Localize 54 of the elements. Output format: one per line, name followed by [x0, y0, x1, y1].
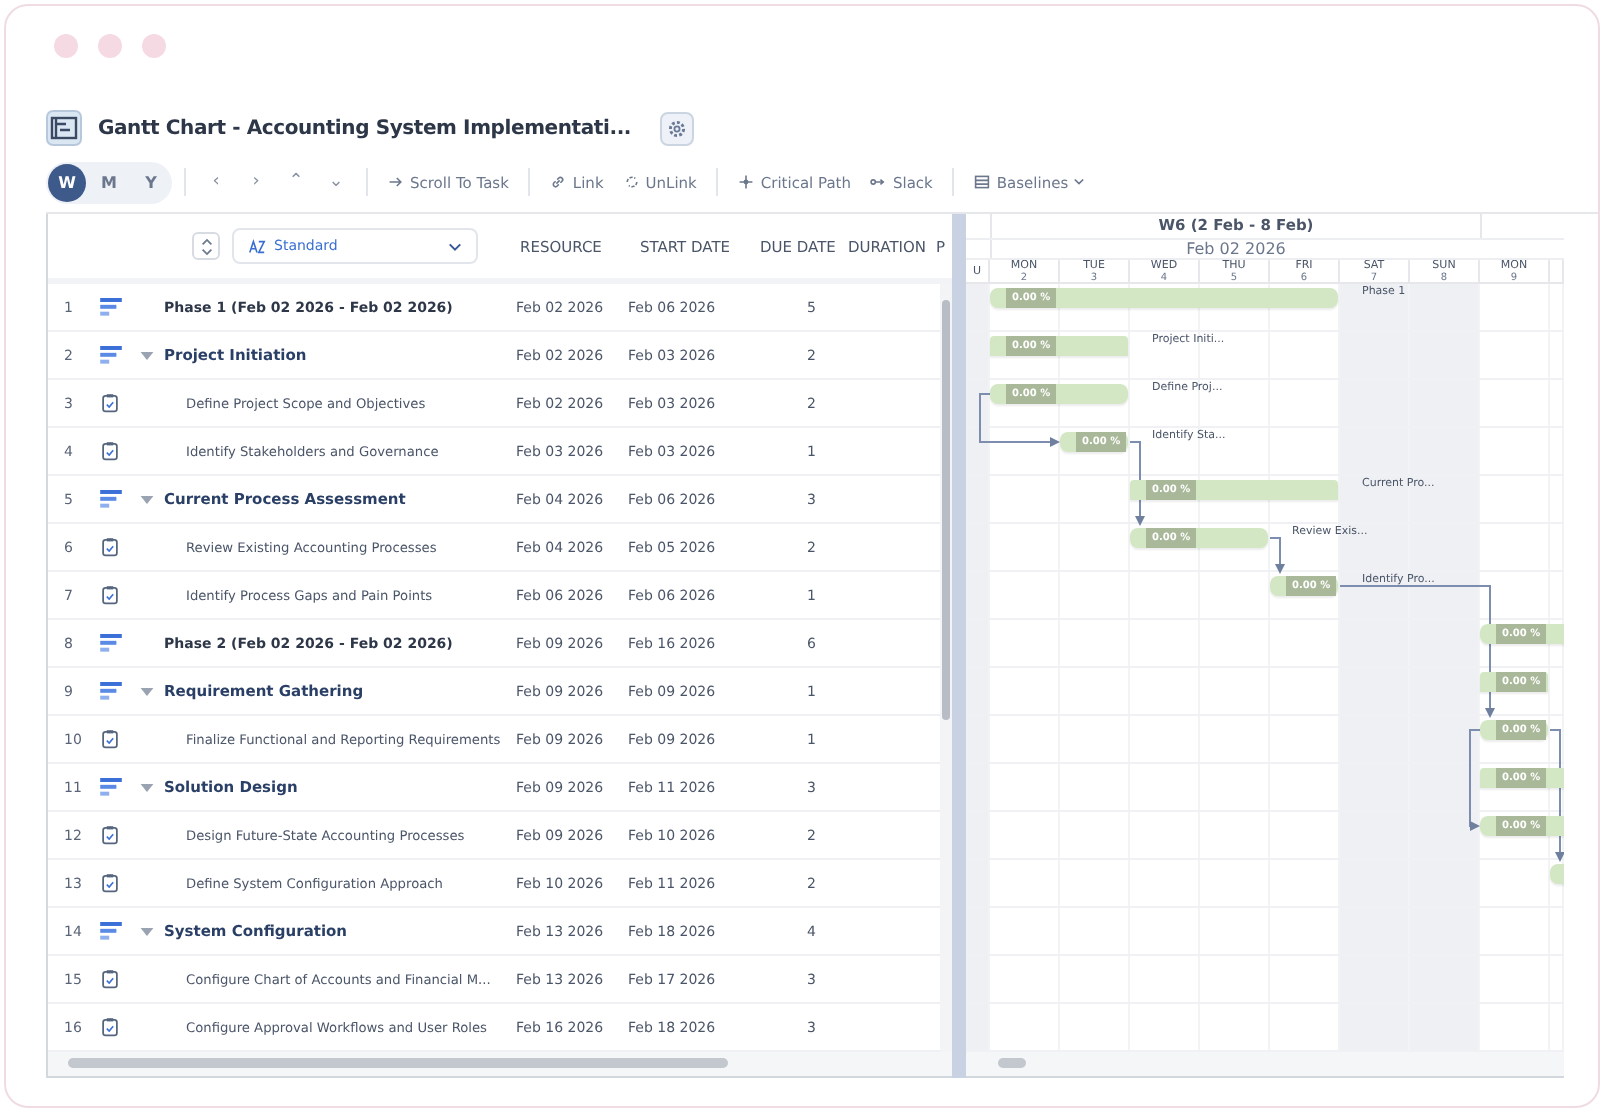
settings-icon	[665, 117, 688, 139]
splitter-handle[interactable]	[952, 214, 966, 1078]
expand-toggle-icon[interactable]	[139, 927, 153, 935]
date-header: Feb 02 2026	[1184, 240, 1288, 258]
slack-icon	[870, 174, 887, 190]
vertical-scrollbar[interactable]	[940, 284, 952, 1052]
nav-button[interactable]: ‹	[198, 172, 234, 192]
gantt-chart-icon	[46, 110, 82, 146]
nav-button[interactable]: ⌃	[278, 172, 314, 192]
window-dot	[54, 34, 78, 58]
dependency-arrow	[979, 393, 1060, 447]
clipboard-icon	[102, 968, 118, 990]
summary-task-icon	[99, 490, 121, 508]
expand-toggle-icon[interactable]	[139, 495, 153, 503]
nav-button[interactable]: ›	[238, 172, 274, 192]
arrow-icon	[388, 174, 404, 190]
clipboard-icon	[102, 440, 118, 462]
unlink-icon	[623, 174, 640, 190]
sort-az-icon	[248, 237, 266, 255]
settings-button[interactable]	[659, 111, 694, 145]
crosshair-icon	[738, 174, 755, 190]
nav-button[interactable]: ⌄	[318, 172, 354, 192]
window-dot	[98, 34, 122, 58]
dependency-arrow	[1269, 537, 1285, 574]
window-title: Gantt Chart - Accounting System Implementati...	[98, 117, 632, 139]
summary-task-icon	[99, 682, 121, 700]
horizontal-scrollbar[interactable]	[48, 1052, 952, 1078]
horizontal-scrollbar[interactable]	[966, 1052, 1564, 1078]
view-mode-tab[interactable]: M	[90, 163, 128, 201]
caret-icon	[1074, 178, 1085, 186]
expand-toggle-icon[interactable]	[139, 687, 153, 695]
summary-task-icon	[99, 298, 121, 316]
clipboard-icon	[102, 536, 118, 558]
summary-task-icon	[99, 778, 121, 796]
chevron-icon	[448, 241, 462, 251]
summary-task-icon	[99, 634, 121, 652]
clipboard-icon	[102, 824, 118, 846]
link-icon	[550, 174, 567, 190]
sort-icon	[199, 237, 213, 255]
sort-button[interactable]	[192, 232, 220, 260]
list-icon	[974, 174, 991, 190]
clipboard-icon	[102, 584, 118, 606]
expand-toggle-icon[interactable]	[139, 783, 153, 791]
clipboard-icon	[102, 872, 118, 894]
clipboard-icon	[102, 392, 118, 414]
dependency-arrow	[1469, 729, 1481, 831]
clipboard-icon	[102, 1016, 118, 1038]
clipboard-icon	[102, 728, 118, 750]
view-mode-tab[interactable]: W	[48, 163, 86, 201]
view-mode-tab[interactable]: Y	[132, 163, 170, 201]
expand-toggle-icon[interactable]	[139, 351, 153, 359]
window-dot	[142, 34, 166, 58]
summary-task-icon	[99, 922, 121, 940]
summary-task-icon	[99, 346, 121, 364]
